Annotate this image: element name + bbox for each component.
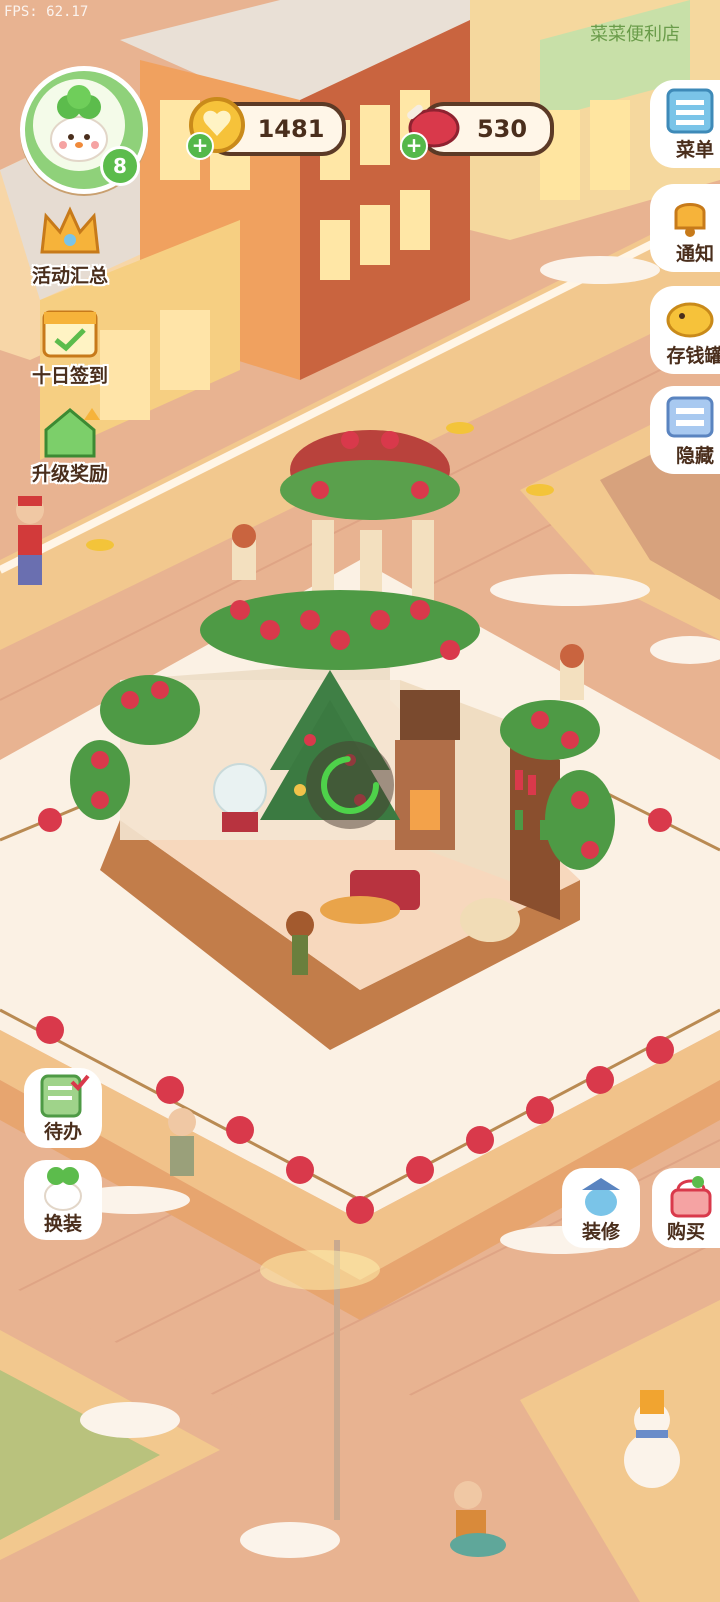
hide-label: 隐藏 [675,445,714,467]
events-label: 活动汇总 [31,265,108,287]
piggy-bank-icon [666,302,714,338]
radish-outfit-icon [44,1167,82,1211]
store-sign: 菜菜便利店 [590,24,680,45]
upgrade-rewards-label: 升级奖励 [31,463,108,485]
upgrade-rewards-button[interactable]: 升级奖励 [26,396,114,485]
shop-button[interactable]: 购买 [652,1168,720,1248]
bell-icon [674,203,706,237]
notice-label: 通知 [675,243,714,265]
todo-list-icon [40,1074,90,1118]
piggy-bank-button[interactable]: 存钱罐 [650,286,720,374]
events-button[interactable]: 活动汇总 [26,198,114,287]
shop-basket-icon [670,1176,712,1218]
menu-list-icon [666,88,714,134]
todo-label: 待办 [43,1121,82,1143]
notice-button[interactable]: 通知 [650,184,720,272]
player-level-badge: 8 [100,146,140,186]
shop-label: 购买 [666,1221,705,1243]
fps-counter: FPS: 62.17 [4,4,89,20]
todo-button[interactable]: 待办 [24,1068,102,1148]
decorate-label: 装修 [581,1221,620,1243]
checkin-button[interactable]: 十日签到 [26,298,114,387]
menu-label: 菜单 [675,139,714,161]
checkin-label: 十日签到 [31,365,108,387]
add-coins-icon[interactable]: + [186,132,214,160]
decorate-button[interactable]: 装修 [562,1168,640,1248]
npc-boy [16,496,44,585]
dress-label: 换装 [43,1213,82,1235]
coin-counter[interactable]: + 1481 [186,97,346,160]
add-food-icon[interactable]: + [400,132,428,160]
food-counter[interactable]: + 530 [400,102,554,160]
dress-button[interactable]: 换装 [24,1160,102,1240]
house-upgrade-icon [44,408,100,458]
piggy-bank-label: 存钱罐 [666,345,720,367]
crown-icon [40,206,100,254]
calendar-icon [42,310,98,358]
npc-old-man [168,1108,196,1176]
hide-button[interactable]: 隐藏 [650,386,720,474]
menu-button[interactable]: 菜单 [650,80,720,168]
hide-frame-icon [666,396,714,438]
builder-icon [582,1178,620,1216]
